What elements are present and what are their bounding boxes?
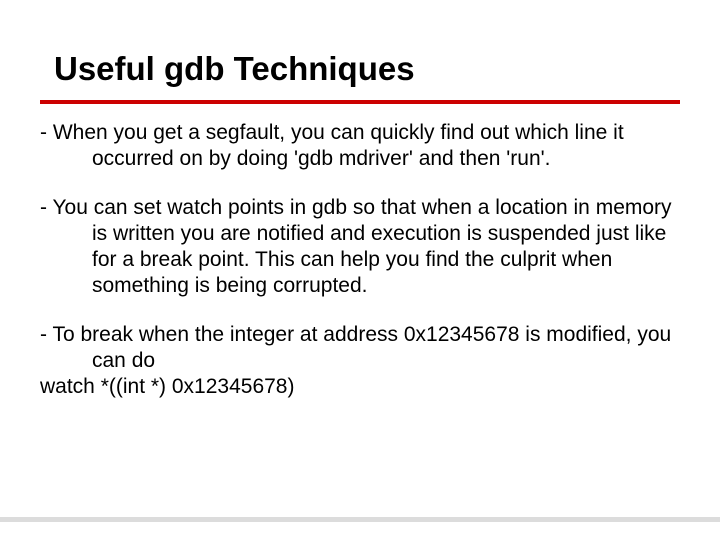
slide-body: - When you get a segfault, you can quick… [40, 120, 680, 400]
slide-title: Useful gdb Techniques [54, 50, 680, 88]
title-divider [40, 100, 680, 104]
bullet-2: - You can set watch points in gdb so tha… [40, 195, 680, 300]
slide: Useful gdb Techniques - When you get a s… [0, 0, 720, 540]
code-line: watch *((int *) 0x12345678) [40, 374, 680, 400]
bullet-3: - To break when the integer at address 0… [40, 322, 680, 375]
bullet-1: - When you get a segfault, you can quick… [40, 120, 680, 173]
footer-bar [0, 517, 720, 522]
